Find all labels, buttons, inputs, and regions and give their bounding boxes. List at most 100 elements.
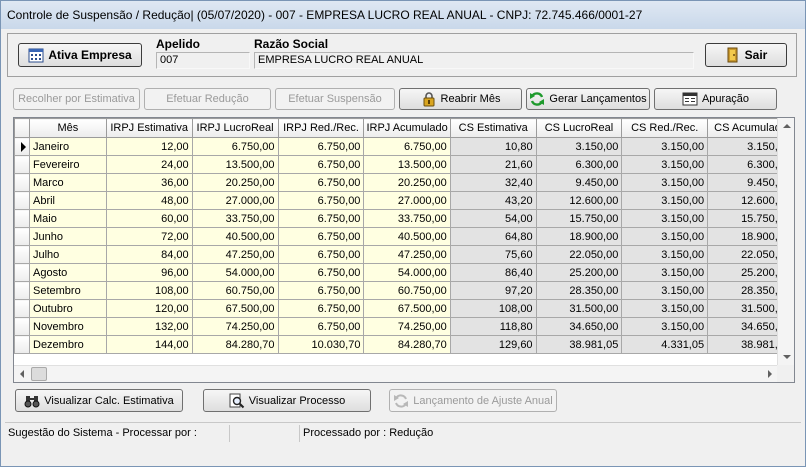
value-cell[interactable]: 144,00 [105,335,193,354]
month-cell[interactable]: Abril [29,191,107,210]
month-cell[interactable]: Agosto [29,263,107,282]
table-row[interactable]: Fevereiro 24,00 13.500,00 6.750,00 13.500,00… [14,155,794,174]
value-cell[interactable]: 15.750,00 [535,209,623,228]
value-cell[interactable]: 27.000,00 [363,191,451,210]
value-cell[interactable]: 6.750,00 [277,155,365,174]
scroll-right-arrow-icon[interactable] [768,370,772,378]
table-row[interactable]: Julho 84,00 47.250,00 6.750,00 47.250,00 75,6… [14,245,794,264]
value-cell[interactable]: 33.750,00 [363,209,451,228]
row-indicator[interactable] [14,317,30,336]
value-cell[interactable]: 3.150,00 [621,227,709,246]
value-cell[interactable]: 31.500,00 [535,299,623,318]
value-cell[interactable]: 3.150,00 [621,317,709,336]
row-indicator[interactable] [14,281,30,300]
table-row[interactable]: Maio 60,00 33.750,00 6.750,00 33.750,00 54,00… [14,209,794,228]
table-row[interactable]: Agosto 96,00 54.000,00 6.750,00 54.000,00 86,… [14,263,794,282]
value-cell[interactable]: 84.280,70 [363,335,451,354]
value-cell[interactable]: 43,20 [449,191,537,210]
value-cell[interactable]: 48,00 [105,191,193,210]
value-cell[interactable]: 33.750,00 [191,209,279,228]
value-cell[interactable]: 3.150,00 [621,299,709,318]
row-indicator[interactable] [14,263,30,282]
value-cell[interactable]: 129,60 [449,335,537,354]
scroll-up-arrow-icon[interactable] [783,124,791,128]
value-cell[interactable]: 6.750,00 [277,209,365,228]
reabrir-mes-button[interactable]: Reabrir Mês [399,88,522,110]
value-cell[interactable]: 54.000,00 [363,263,451,282]
month-cell[interactable]: Dezembro [29,335,107,354]
value-cell[interactable]: 3.150,00 [621,209,709,228]
value-cell[interactable]: 6.750,00 [191,137,279,156]
lancamento-ajuste-anual-button[interactable]: Lançamento de Ajuste Anual [389,389,557,412]
sair-button[interactable]: Sair [705,43,787,67]
value-cell[interactable]: 54,00 [449,209,537,228]
column-header[interactable]: CS Estimativa [449,118,537,138]
value-cell[interactable]: 24,00 [105,155,193,174]
horizontal-scroll-thumb[interactable] [31,367,47,381]
table-row[interactable]: Setembro 108,00 60.750,00 6.750,00 60.750,00… [14,281,794,300]
value-cell[interactable]: 3.150,00 [621,155,709,174]
value-cell[interactable]: 3.150,00 [621,191,709,210]
value-cell[interactable]: 118,80 [449,317,537,336]
value-cell[interactable]: 67.500,00 [191,299,279,318]
month-cell[interactable]: Janeiro [29,137,107,156]
value-cell[interactable]: 6.750,00 [277,317,365,336]
value-cell[interactable]: 96,00 [105,263,193,282]
value-cell[interactable]: 28.350,00 [535,281,623,300]
value-cell[interactable]: 6.750,00 [277,137,365,156]
row-indicator[interactable] [14,191,30,210]
value-cell[interactable]: 84.280,70 [191,335,279,354]
value-cell[interactable]: 3.150,00 [535,137,623,156]
value-cell[interactable]: 120,00 [105,299,193,318]
value-cell[interactable]: 3.150,00 [621,245,709,264]
table-row[interactable]: Abril 48,00 27.000,00 6.750,00 27.000,00 43,2… [14,191,794,210]
value-cell[interactable]: 12,00 [105,137,193,156]
row-indicator[interactable] [14,227,30,246]
table-row[interactable]: Dezembro 144,00 84.280,70 10.030,70 84.280,7… [14,335,794,354]
value-cell[interactable]: 3.150,00 [621,263,709,282]
row-indicator[interactable] [14,173,30,192]
efetuar-reducao-button[interactable]: Efetuar Redução [144,88,271,110]
value-cell[interactable]: 3.150,00 [621,137,709,156]
recolher-estimativa-button[interactable]: Recolher por Estimativa [13,88,140,110]
month-cell[interactable]: Maio [29,209,107,228]
value-cell[interactable]: 6.750,00 [277,227,365,246]
month-cell[interactable]: Marco [29,173,107,192]
month-cell[interactable]: Junho [29,227,107,246]
value-cell[interactable]: 12.600,00 [535,191,623,210]
value-cell[interactable]: 108,00 [449,299,537,318]
value-cell[interactable]: 97,20 [449,281,537,300]
table-row[interactable]: Novembro 132,00 74.250,00 6.750,00 74.250,00… [14,317,794,336]
value-cell[interactable]: 3.150,00 [621,281,709,300]
ativa-empresa-button[interactable]: Ativa Empresa [18,43,142,67]
row-indicator[interactable] [14,335,30,354]
column-header[interactable]: IRPJ Red./Rec. [277,118,365,138]
value-cell[interactable]: 40.500,00 [363,227,451,246]
value-cell[interactable]: 75,60 [449,245,537,264]
value-cell[interactable]: 32,40 [449,173,537,192]
value-cell[interactable]: 6.750,00 [277,173,365,192]
value-cell[interactable]: 74.250,00 [191,317,279,336]
value-cell[interactable]: 6.750,00 [363,137,451,156]
value-cell[interactable]: 20.250,00 [191,173,279,192]
table-row[interactable]: Outubro 120,00 67.500,00 6.750,00 67.500,00 1… [14,299,794,318]
value-cell[interactable]: 47.250,00 [191,245,279,264]
value-cell[interactable]: 36,00 [105,173,193,192]
efetuar-suspensao-button[interactable]: Efetuar Suspensão [275,88,395,110]
table-row[interactable]: Marco 36,00 20.250,00 6.750,00 20.250,00 32,4… [14,173,794,192]
value-cell[interactable]: 6.750,00 [277,263,365,282]
razao-social-field[interactable]: EMPRESA LUCRO REAL ANUAL [254,52,694,69]
horizontal-scrollbar[interactable] [14,365,778,382]
value-cell[interactable]: 4.331,05 [621,335,709,354]
month-cell[interactable]: Setembro [29,281,107,300]
gerar-lancamentos-button[interactable]: Gerar Lançamentos [526,88,650,110]
value-cell[interactable]: 74.250,00 [363,317,451,336]
table-row[interactable]: Janeiro 12,00 6.750,00 6.750,00 6.750,00 10,8… [14,137,794,156]
month-cell[interactable]: Novembro [29,317,107,336]
visualizar-processo-button[interactable]: Visualizar Processo [203,389,371,412]
value-cell[interactable]: 38.981,05 [535,335,623,354]
value-cell[interactable]: 13.500,00 [363,155,451,174]
month-cell[interactable]: Fevereiro [29,155,107,174]
value-cell[interactable]: 13.500,00 [191,155,279,174]
value-cell[interactable]: 27.000,00 [191,191,279,210]
